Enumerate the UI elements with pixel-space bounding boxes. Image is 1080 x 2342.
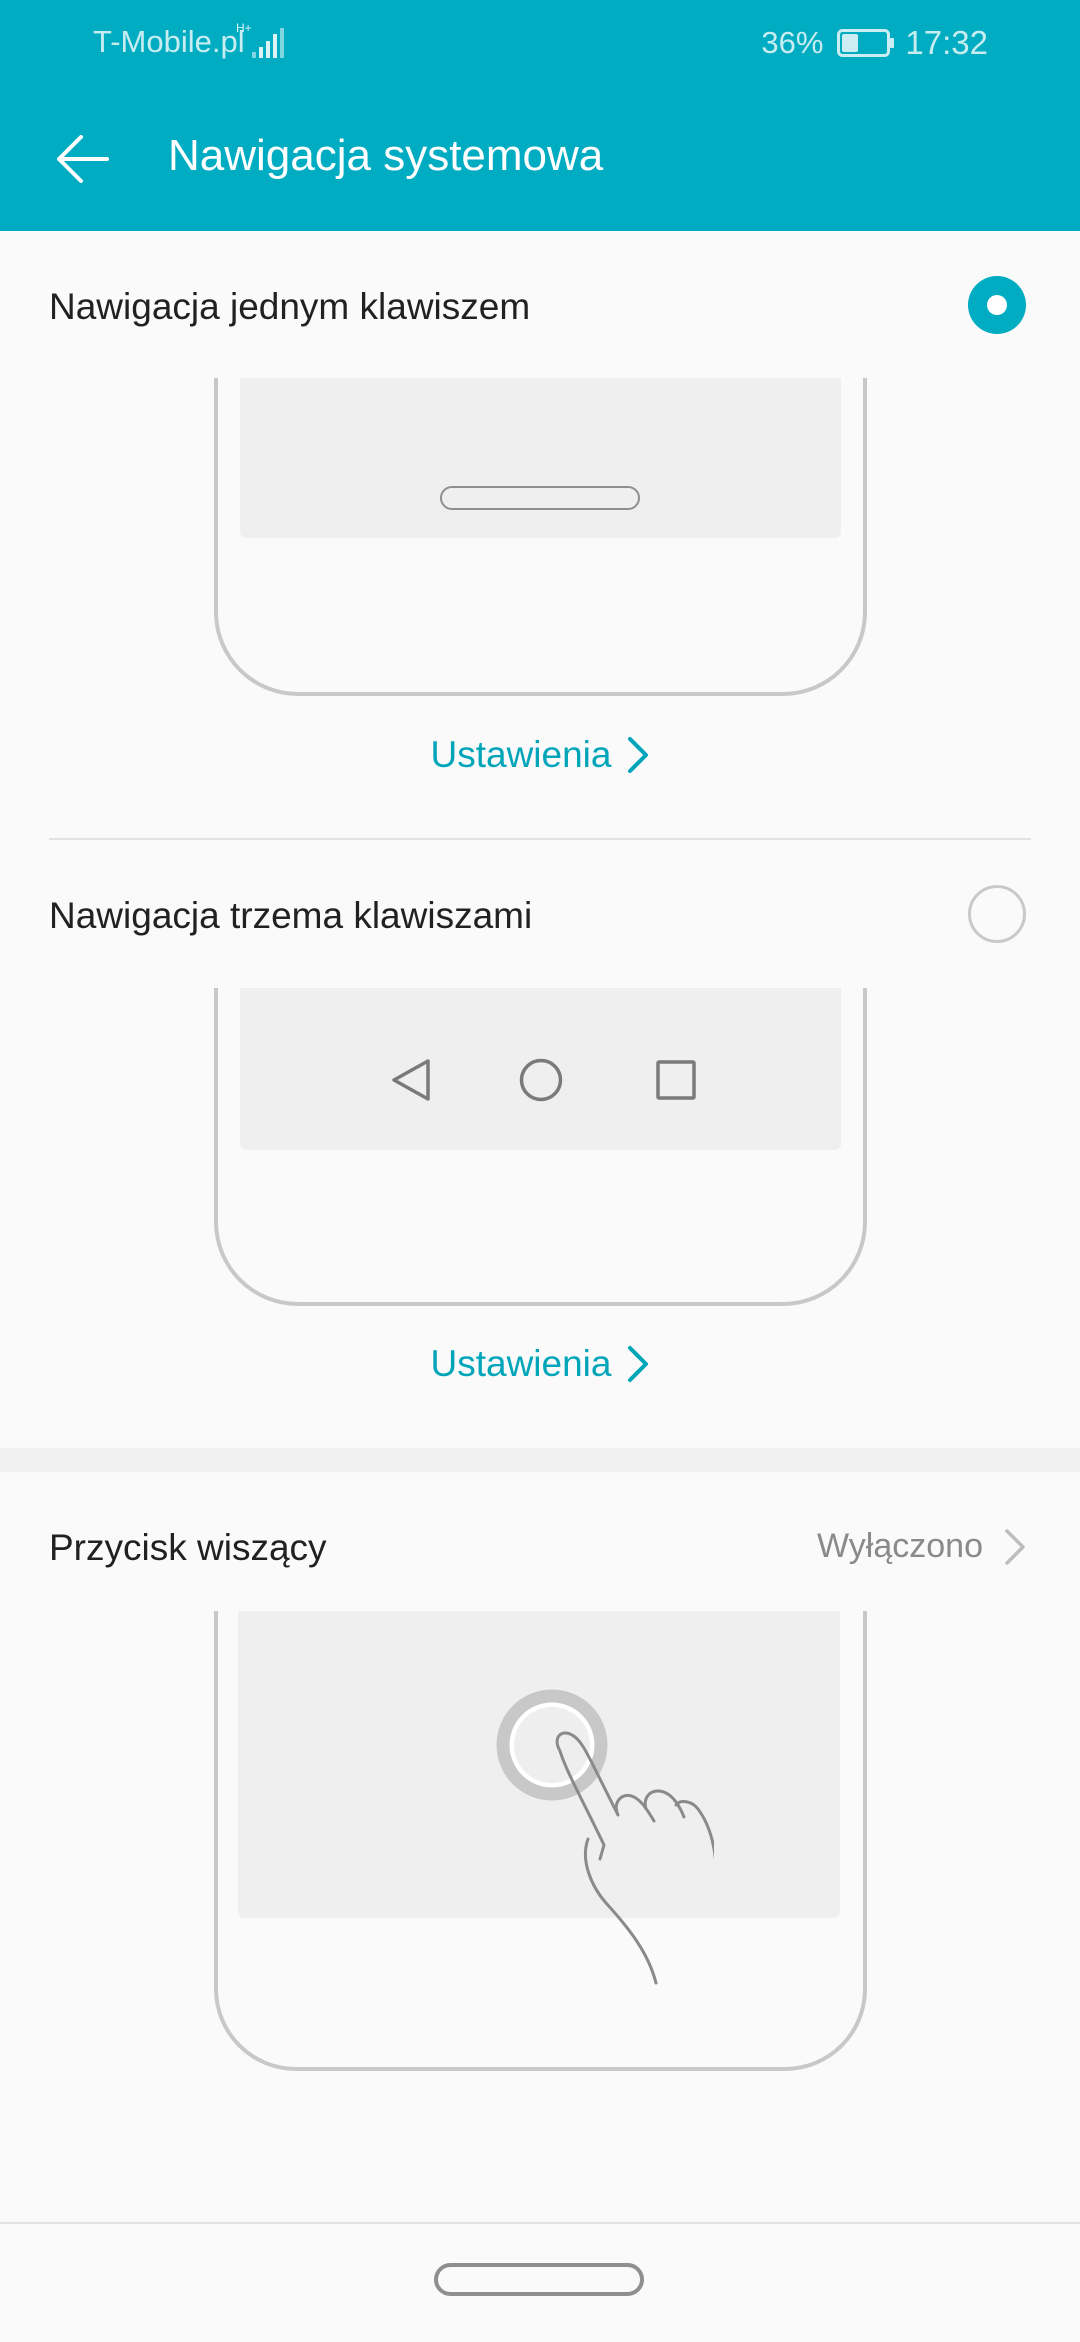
hand-pointer-icon — [555, 1731, 714, 1985]
back-button[interactable] — [40, 116, 126, 202]
single-key-illustration — [214, 378, 867, 696]
chevron-right-icon — [1005, 1529, 1025, 1565]
page-title: Nawigacja systemowa — [168, 131, 604, 180]
floating-button-row[interactable]: Przycisk wiszący Wyłączono — [0, 1472, 1080, 1622]
floating-button-illustration — [214, 1611, 867, 2071]
triangle-back-icon — [392, 1059, 430, 1101]
network-type: H+ — [236, 21, 252, 35]
square-recents-icon — [656, 1060, 696, 1100]
phone-screen — [240, 988, 841, 1150]
settings-link-three-keys[interactable]: Ustawienia — [0, 1329, 1080, 1399]
clock: 17:32 — [905, 24, 988, 61]
floating-button-value: Wyłączono — [817, 1527, 983, 1565]
content: Nawigacja jednym klawiszem Ustawienia Na… — [0, 231, 1080, 2340]
radio-selected[interactable] — [968, 276, 1026, 334]
phone-screen — [240, 378, 841, 538]
option-label: Przycisk wiszący — [49, 1527, 327, 1568]
navigation-bar — [0, 2222, 1080, 2342]
option-single-key[interactable]: Nawigacja jednym klawiszem — [0, 231, 1080, 381]
chevron-right-icon — [628, 1346, 649, 1382]
section-separator — [0, 1448, 1080, 1472]
settings-link-label: Ustawienia — [430, 1343, 612, 1384]
settings-link-single-key[interactable]: Ustawienia — [0, 720, 1080, 790]
radio-unselected[interactable] — [968, 885, 1026, 943]
chevron-right-icon — [628, 737, 649, 773]
option-label: Nawigacja jednym klawiszem — [49, 286, 531, 327]
three-keys-illustration — [214, 988, 867, 1306]
battery-percent: 36% — [761, 25, 824, 60]
home-pill-button[interactable] — [434, 2263, 644, 2296]
battery-icon — [837, 29, 895, 57]
status-right: 36% 17:32 — [761, 24, 988, 62]
circle-home-icon — [519, 1058, 563, 1102]
settings-link-label: Ustawienia — [430, 734, 612, 775]
arrow-left-icon — [57, 135, 109, 183]
option-three-keys[interactable]: Nawigacja trzema klawiszami — [0, 840, 1080, 990]
home-pill-icon — [440, 486, 640, 510]
status-bar: T-Mobile.pl H+ 36% 17:32 — [0, 0, 1080, 86]
option-label: Nawigacja trzema klawiszami — [49, 895, 533, 936]
signal-icon — [252, 28, 284, 58]
app-bar: Nawigacja systemowa — [0, 86, 1080, 231]
carrier-name: T-Mobile.pl — [93, 24, 245, 59]
